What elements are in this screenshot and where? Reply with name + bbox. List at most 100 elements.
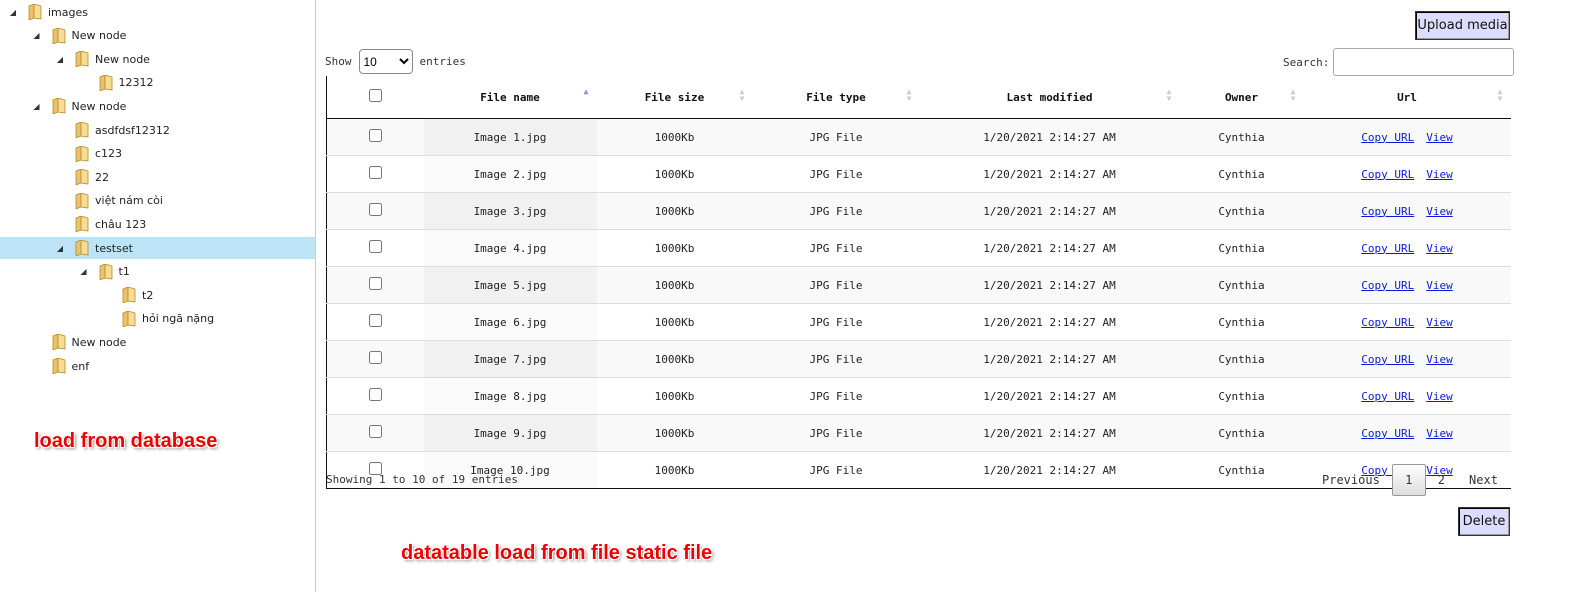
tree-node[interactable]: t2 — [102, 284, 153, 306]
col-owner[interactable]: Owner ▲ ▼ — [1179, 76, 1304, 119]
copy-url-link[interactable]: Copy URL — [1361, 427, 1414, 440]
file-size-cell: 1000Kb — [596, 340, 753, 378]
last-modified-cell: 1/20/2021 2:14:27 AM — [919, 155, 1180, 193]
tree-node[interactable]: ◢ New node — [32, 25, 127, 47]
next-button[interactable]: Next — [1457, 465, 1510, 495]
table-row: Image 5.jpg 1000Kb JPG File 1/20/2021 2:14:… — [326, 266, 1511, 304]
collapse-arrow-icon[interactable]: ◢ — [55, 244, 65, 253]
file-size-cell: 1000Kb — [596, 155, 753, 193]
file-size-cell: 1000Kb — [596, 266, 753, 304]
previous-button[interactable]: Previous — [1310, 465, 1392, 495]
row-checkbox[interactable] — [368, 129, 382, 142]
file-size-cell: 1000Kb — [596, 414, 753, 452]
view-link[interactable]: View — [1426, 427, 1453, 440]
folder-icon — [52, 27, 66, 44]
tree-node[interactable]: hỏi ngã nặng — [102, 308, 214, 330]
view-link[interactable]: View — [1426, 168, 1453, 181]
file-type-cell: JPG File — [752, 266, 920, 304]
tree-node[interactable]: 22 — [55, 166, 109, 188]
row-checkbox[interactable] — [368, 203, 382, 216]
view-link[interactable]: View — [1426, 353, 1453, 366]
copy-url-link[interactable]: Copy URL — [1361, 131, 1414, 144]
copy-url-link[interactable]: Copy URL — [1361, 353, 1414, 366]
file-type-cell: JPG File — [752, 229, 920, 267]
tree-node-label: New node — [71, 29, 127, 43]
tree-node-label: New node — [71, 335, 127, 349]
collapse-arrow-icon[interactable]: ◢ — [32, 31, 42, 40]
tree-node-label: 12312 — [118, 76, 154, 90]
folder-icon — [75, 216, 89, 233]
sort-icon: ▲ ▼ — [1290, 87, 1296, 103]
copy-url-link[interactable]: Copy URL — [1361, 205, 1414, 218]
delete-button[interactable]: Delete — [1458, 507, 1510, 536]
tree-node-label: hỏi ngã nặng — [142, 312, 215, 326]
col-file-name[interactable]: File name ▲ — [423, 76, 597, 119]
entries-select[interactable]: 10 — [358, 49, 413, 74]
file-name-cell: Image 6.jpg — [423, 303, 597, 341]
folder-icon — [52, 98, 66, 115]
view-link[interactable]: View — [1426, 316, 1453, 329]
col-file-size[interactable]: File size ▲ ▼ — [596, 76, 753, 119]
view-link[interactable]: View — [1426, 242, 1453, 255]
tree-node[interactable]: ◢ testset — [55, 237, 133, 259]
col-last-modified[interactable]: Last modified ▲ ▼ — [919, 76, 1180, 119]
file-size-cell: 1000Kb — [596, 192, 753, 230]
tree-node[interactable]: asdfdsf12312 — [55, 119, 170, 141]
tree-node[interactable]: châu 123 — [55, 213, 146, 235]
url-cell: Copy URL View — [1303, 414, 1511, 452]
row-select-cell — [326, 192, 424, 230]
last-modified-cell: 1/20/2021 2:14:27 AM — [919, 451, 1180, 489]
col-url[interactable]: Url ▲ ▼ — [1303, 76, 1511, 119]
tree-node[interactable]: ◢ New node — [32, 95, 126, 117]
pagination: Previous 1 2 Next — [1310, 464, 1510, 496]
last-modified-cell: 1/20/2021 2:14:27 AM — [919, 303, 1180, 341]
entries-label: entries — [419, 55, 466, 68]
tree-node[interactable]: việt nám còi — [55, 190, 163, 212]
copy-url-link[interactable]: Copy URL — [1361, 316, 1414, 329]
row-checkbox[interactable] — [368, 314, 382, 327]
tree-node[interactable]: enf — [32, 355, 90, 377]
tree-node[interactable]: ◢ t1 — [79, 261, 130, 283]
copy-url-link[interactable]: Copy URL — [1361, 168, 1414, 181]
file-name-cell: Image 3.jpg — [423, 192, 597, 230]
search-input[interactable] — [1333, 48, 1515, 76]
file-type-cell: JPG File — [752, 192, 920, 230]
view-link[interactable]: View — [1426, 279, 1453, 292]
file-name-cell: Image 4.jpg — [423, 229, 597, 267]
tree-node[interactable]: New node — [32, 331, 127, 353]
view-link[interactable]: View — [1426, 390, 1453, 403]
row-checkbox[interactable] — [368, 351, 382, 364]
copy-url-link[interactable]: Copy URL — [1361, 390, 1414, 403]
row-checkbox[interactable] — [368, 166, 382, 179]
page-1-button[interactable]: 1 — [1391, 464, 1426, 496]
view-link[interactable]: View — [1426, 131, 1453, 144]
select-all-checkbox[interactable] — [368, 89, 382, 102]
collapse-arrow-icon[interactable]: ◢ — [8, 8, 18, 17]
page-2-button[interactable]: 2 — [1426, 465, 1457, 495]
row-checkbox[interactable] — [368, 240, 382, 253]
collapse-arrow-icon[interactable]: ◢ — [32, 102, 42, 111]
tree-node-label: c123 — [95, 147, 123, 161]
row-checkbox[interactable] — [368, 388, 382, 401]
tree-node[interactable]: 12312 — [79, 72, 154, 94]
view-link[interactable]: View — [1426, 205, 1453, 218]
file-type-cell: JPG File — [752, 377, 920, 415]
folder-icon — [122, 287, 136, 304]
copy-url-link[interactable]: Copy URL — [1361, 279, 1414, 292]
tree-node[interactable]: c123 — [55, 143, 122, 165]
tree-node-label: châu 123 — [95, 217, 147, 231]
row-checkbox[interactable] — [368, 277, 382, 290]
last-modified-cell: 1/20/2021 2:14:27 AM — [919, 192, 1180, 230]
tree-node[interactable]: ◢ images — [8, 1, 88, 23]
owner-cell: Cynthia — [1179, 192, 1304, 230]
row-select-cell — [326, 266, 424, 304]
copy-url-link[interactable]: Copy URL — [1361, 242, 1414, 255]
file-size-cell: 1000Kb — [596, 118, 753, 156]
col-file-type[interactable]: File type ▲ ▼ — [752, 76, 920, 119]
upload-media-button[interactable]: Upload media — [1415, 11, 1510, 40]
row-checkbox[interactable] — [368, 425, 382, 438]
tree-node-label: enf — [71, 359, 90, 373]
tree-node[interactable]: ◢ New node — [55, 48, 150, 70]
collapse-arrow-icon[interactable]: ◢ — [55, 55, 65, 64]
collapse-arrow-icon[interactable]: ◢ — [79, 267, 89, 276]
